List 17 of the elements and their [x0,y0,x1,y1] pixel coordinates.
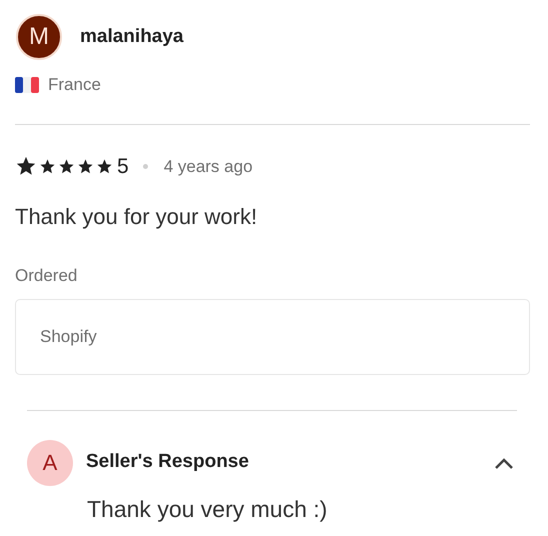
response-text: Thank you very much :) [86,494,328,524]
country-label: France [48,74,101,96]
rating-value: 5 [117,154,129,180]
response-title: Seller's Response [86,450,249,474]
user-avatar: M [16,14,62,60]
ordered-item: Shopify [40,326,97,348]
review-text: Thank you for your work! [14,203,258,231]
flag-icon [15,76,39,93]
star-icon [15,155,37,178]
review-time: 4 years ago [164,156,253,178]
star-icon [96,158,113,175]
star-icon [77,158,94,175]
seller-avatar: A [27,440,73,486]
username: malanihaya [80,24,184,49]
star-icon [39,158,56,175]
star-icon [58,158,75,175]
ordered-label: Ordered [14,265,78,287]
